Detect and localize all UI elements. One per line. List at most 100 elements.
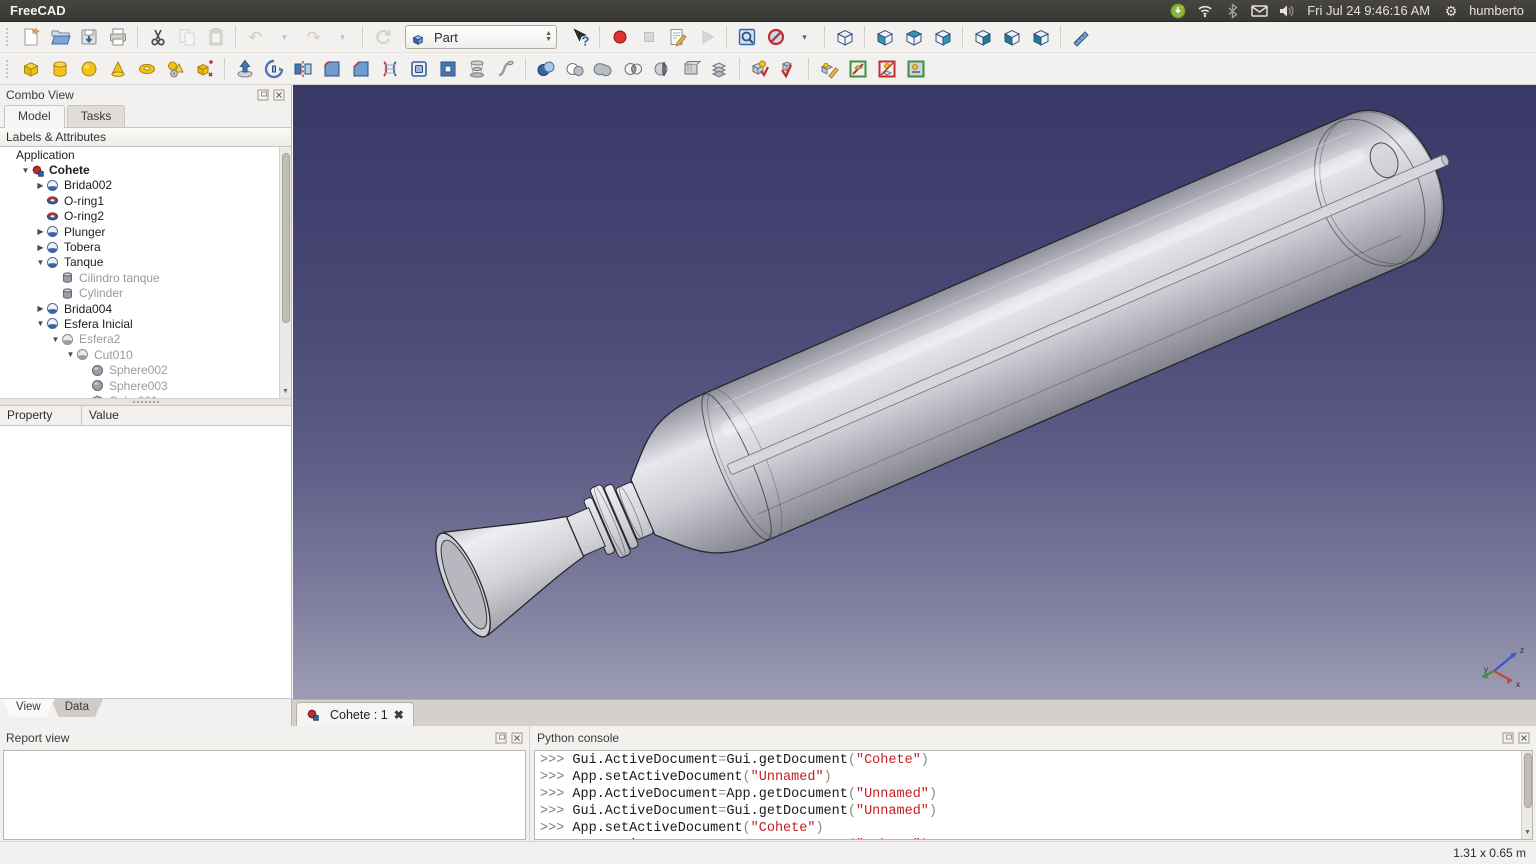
close-icon[interactable]: [511, 732, 523, 744]
toolbar-view-right-button[interactable]: [929, 24, 956, 51]
tree-item-brida002[interactable]: ▶Brida002: [0, 178, 291, 193]
expander-closed-icon[interactable]: ▶: [35, 304, 46, 313]
username-menu[interactable]: humberto: [1469, 3, 1524, 18]
toolbar-view-top-button[interactable]: [900, 24, 927, 51]
toolbar-slice-button[interactable]: [706, 55, 733, 82]
toolbar-torus-button[interactable]: [133, 55, 160, 82]
toolbar-new-button[interactable]: [17, 24, 44, 51]
toolbar-sweep-button[interactable]: [492, 55, 519, 82]
expander-closed-icon[interactable]: ▶: [35, 181, 46, 190]
toolbar-box-button[interactable]: [17, 55, 44, 82]
expander-open-icon[interactable]: ▼: [65, 350, 76, 359]
expander-open-icon[interactable]: ▼: [35, 319, 46, 328]
tree-item-brida004[interactable]: ▶Brida004: [0, 301, 291, 316]
toolbar-ruled-surface-button[interactable]: [376, 55, 403, 82]
toolbar-loft-button[interactable]: [463, 55, 490, 82]
toolbar-view-rear-button[interactable]: [969, 24, 996, 51]
toolbar-handle[interactable]: [6, 28, 11, 46]
wifi-icon[interactable]: [1196, 2, 1214, 20]
3d-viewport[interactable]: z x y: [292, 85, 1536, 699]
tree-item-sphere003[interactable]: Sphere003: [0, 378, 291, 393]
close-icon[interactable]: [1518, 732, 1530, 744]
tree-scrollbar[interactable]: ▼: [279, 147, 291, 398]
toolbar-union-button[interactable]: [590, 55, 617, 82]
tree-item-cylinder[interactable]: Cylinder: [0, 286, 291, 301]
toolbar-draw-style-menu-button[interactable]: ▾: [791, 24, 818, 51]
toolbar-intersection-button[interactable]: [619, 55, 646, 82]
toolbar-cut-button[interactable]: [144, 24, 171, 51]
document-tab-cohete[interactable]: Cohete : 1 ✖: [296, 702, 414, 726]
toolbar-macro-record-button[interactable]: [606, 24, 633, 51]
toolbar-revolve-button[interactable]: [260, 55, 287, 82]
toolbar-defeaturing-button[interactable]: [775, 55, 802, 82]
toolbar-open-button[interactable]: [46, 24, 73, 51]
toolbar-check-geometry-button[interactable]: [746, 55, 773, 82]
gear-icon[interactable]: ⚙: [1442, 2, 1460, 20]
tree-item-plunger[interactable]: ▶Plunger: [0, 224, 291, 239]
panel-splitter[interactable]: [0, 399, 291, 406]
toolbar-cross-sections-button[interactable]: [677, 55, 704, 82]
tab-view[interactable]: View: [2, 699, 55, 717]
toolbar-view-axonometric-button[interactable]: [831, 24, 858, 51]
tree-item-tobera[interactable]: ▶Tobera: [0, 239, 291, 254]
toolbar-draw-style-button[interactable]: [762, 24, 789, 51]
tree-item-application[interactable]: Application: [0, 147, 291, 162]
toolbar-measure-linear-button[interactable]: [1067, 24, 1094, 51]
toolbar-extrude-button[interactable]: [231, 55, 258, 82]
toolbar-create-primitives-button[interactable]: [162, 55, 189, 82]
tree-item-esfera-inicial[interactable]: ▼Esfera Inicial: [0, 316, 291, 331]
tab-tasks[interactable]: Tasks: [67, 105, 126, 127]
toolbar-save-button[interactable]: [75, 24, 102, 51]
toolbar-whats-this-button[interactable]: ?: [566, 24, 593, 51]
tree-item-cilindro-tanque[interactable]: Cilindro tanque: [0, 270, 291, 285]
python-console-input[interactable]: >>> Gui.ActiveDocument=Gui.getDocument("…: [534, 750, 1533, 840]
toolbar-sphere-button[interactable]: [75, 55, 102, 82]
toolbar-cylinder-button[interactable]: [46, 55, 73, 82]
float-icon[interactable]: [257, 89, 269, 101]
expander-closed-icon[interactable]: ▶: [35, 243, 46, 252]
toolbar-handle[interactable]: [6, 60, 11, 78]
workbench-spinner[interactable]: ▲▼: [545, 31, 552, 43]
tree-item-cohete[interactable]: ▼Cohete: [0, 162, 291, 177]
toolbar-view-front-button[interactable]: [871, 24, 898, 51]
tab-model[interactable]: Model: [4, 105, 65, 128]
float-icon[interactable]: [1502, 732, 1514, 744]
expander-closed-icon[interactable]: ▶: [35, 227, 46, 236]
tree-item-o-ring2[interactable]: O-ring2: [0, 209, 291, 224]
expander-open-icon[interactable]: ▼: [35, 258, 46, 267]
toolbar-create-sketch-button[interactable]: [815, 55, 842, 82]
tree-item-sphere002[interactable]: Sphere002: [0, 362, 291, 377]
volume-icon[interactable]: [1277, 2, 1295, 20]
console-scrollbar[interactable]: ▼: [1521, 751, 1532, 839]
toolbar-fit-all-button[interactable]: [733, 24, 760, 51]
toolbar-macro-edit-button[interactable]: [664, 24, 691, 51]
toolbar-map-sketch-to-face-button[interactable]: [844, 55, 871, 82]
expander-open-icon[interactable]: ▼: [50, 335, 61, 344]
toolbar-print-button[interactable]: [104, 24, 131, 51]
close-icon[interactable]: [273, 89, 285, 101]
toolbar-chamfer-button[interactable]: [347, 55, 374, 82]
clock[interactable]: Fri Jul 24 9:46:16 AM: [1307, 3, 1430, 18]
tree-item-cut010[interactable]: ▼Cut010: [0, 347, 291, 362]
report-view-output[interactable]: [3, 750, 526, 840]
workbench-selector[interactable]: Part ▲▼: [405, 25, 557, 49]
toolbar-fillet-button[interactable]: [318, 55, 345, 82]
toolbar-cone-button[interactable]: [104, 55, 131, 82]
mail-icon[interactable]: [1250, 2, 1268, 20]
toolbar-view-bottom-button[interactable]: [998, 24, 1025, 51]
toolbar-cut-boolean-button[interactable]: [561, 55, 588, 82]
toolbar-shape-builder-button[interactable]: [191, 55, 218, 82]
close-icon[interactable]: ✖: [394, 708, 404, 722]
tree-item-o-ring1[interactable]: O-ring1: [0, 193, 291, 208]
toolbar-reorient-sketch-button[interactable]: [873, 55, 900, 82]
expander-open-icon[interactable]: ▼: [20, 166, 31, 175]
toolbar-section-button[interactable]: [648, 55, 675, 82]
tree-item-esfera2[interactable]: ▼Esfera2: [0, 332, 291, 347]
toolbar-mirror-button[interactable]: [289, 55, 316, 82]
toolbar-validate-sketch-button[interactable]: [902, 55, 929, 82]
tab-data[interactable]: Data: [51, 699, 103, 717]
toolbar-thickness-button[interactable]: [434, 55, 461, 82]
tree-item-cube001[interactable]: Cube001: [0, 393, 291, 399]
float-icon[interactable]: [495, 732, 507, 744]
toolbar-view-left-button[interactable]: [1027, 24, 1054, 51]
